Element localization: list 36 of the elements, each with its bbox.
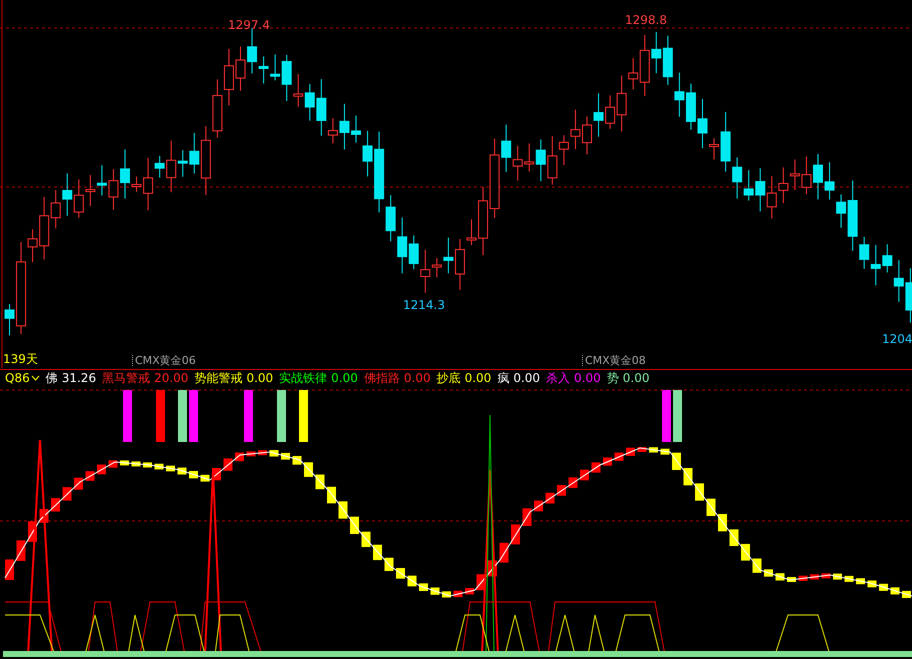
indicator-value: 0.00 xyxy=(246,372,274,384)
signal-bar xyxy=(277,390,286,442)
signal-bar xyxy=(156,390,165,442)
indicator-label: 佛指路 xyxy=(364,372,400,384)
signal-bar xyxy=(299,390,308,442)
indicator-label: 黑马警戒 xyxy=(102,372,150,384)
indicator-value: 20.00 xyxy=(154,372,188,384)
indicator-label: 佛 xyxy=(46,372,58,384)
chevron-down-icon xyxy=(30,375,40,381)
indicator-label: 势能警戒 xyxy=(194,372,242,384)
price-label: 1204 xyxy=(882,333,912,345)
indicator-value: 0.00 xyxy=(622,372,650,384)
indicator-label: 抄底 xyxy=(436,372,461,384)
period-label: 139天 xyxy=(3,353,38,365)
indicator-label: 杀入 xyxy=(546,372,570,384)
signal-bar xyxy=(178,390,187,442)
price-label: 1297.4 xyxy=(228,19,270,31)
indicator-label: 势 xyxy=(606,372,619,384)
indicator-value: 0.00 xyxy=(574,372,601,384)
contract-label: CMX黄金08 xyxy=(582,355,646,366)
contract-label: CMX黄金06 xyxy=(132,355,196,366)
indicator-value: 0.00 xyxy=(404,372,431,384)
indicator-value: 0.00 xyxy=(513,372,540,384)
signal-bar xyxy=(662,390,671,442)
price-label: 1214.3 xyxy=(403,299,445,311)
indicator-value: 0.00 xyxy=(464,372,492,384)
indicator-name-dropdown[interactable]: Q86 xyxy=(5,372,40,384)
signal-bar xyxy=(189,390,198,442)
indicator-label: 实战铁律 xyxy=(279,372,328,384)
signal-bar xyxy=(123,390,132,442)
indicator-value: 0.00 xyxy=(331,372,358,384)
signal-bar xyxy=(673,390,682,442)
indicator-value: 31.26 xyxy=(62,372,96,384)
signal-bar xyxy=(244,390,253,442)
price-label: 1298.8 xyxy=(625,14,667,26)
indicator-label: 疯 xyxy=(497,372,510,384)
